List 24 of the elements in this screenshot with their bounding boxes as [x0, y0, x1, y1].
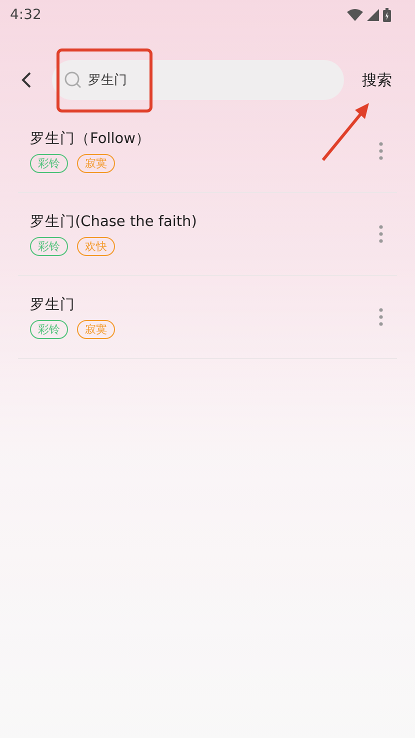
result-row[interactable]: 罗生门(Chase the faith) 彩铃 欢快: [18, 193, 397, 276]
back-icon: [20, 71, 32, 89]
wifi-icon: [347, 9, 363, 21]
annotation-arrow: [322, 103, 369, 161]
tag: 寂寞: [77, 154, 115, 173]
signal-icon: [367, 9, 379, 21]
song-title: 罗生门(Chase the faith): [30, 212, 197, 231]
tag: 彩铃: [30, 320, 68, 339]
status-time: 4:32: [10, 7, 42, 23]
search-input[interactable]: 罗生门: [88, 72, 308, 88]
tag: 欢快: [77, 237, 115, 256]
search-field[interactable]: 罗生门: [52, 60, 344, 100]
search-button[interactable]: 搜索: [362, 70, 392, 90]
battery-icon: [383, 8, 391, 22]
more-icon[interactable]: [377, 141, 385, 161]
tag: 彩铃: [30, 154, 68, 173]
search-icon: [64, 71, 82, 89]
song-title: 罗生门: [30, 296, 76, 314]
more-icon[interactable]: [377, 224, 385, 244]
tag: 彩铃: [30, 237, 68, 256]
tag: 寂寞: [77, 320, 115, 339]
result-row[interactable]: 罗生门 彩铃 寂寞: [18, 276, 397, 359]
more-icon[interactable]: [377, 307, 385, 327]
song-title: 罗生门（Follow）: [30, 130, 150, 148]
